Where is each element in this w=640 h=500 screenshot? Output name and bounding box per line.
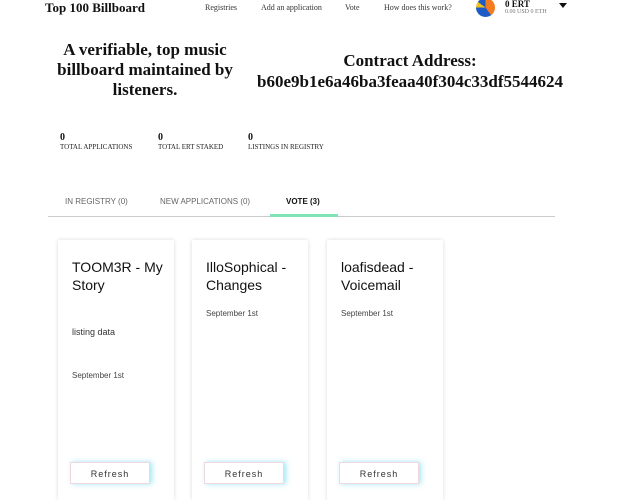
stat-value: 0 [158,132,163,143]
refresh-button[interactable]: Refresh [70,462,150,484]
card-date: September 1st [206,309,259,318]
card-date: September 1st [72,371,125,380]
brand-title[interactable]: Top 100 Billboard [45,0,145,16]
card-title: IlloSophical - Changes [206,259,287,293]
stat-value: 0 [248,132,253,143]
stat-label: LISTINGS IN REGISTRY [248,143,324,151]
card-date: September 1st [341,309,394,318]
tagline: A verifiable, top music billboard mainta… [57,40,233,99]
listing-card: TOOM3R - My Story listing data September… [58,240,174,500]
contract-address: b60e9b1e6a46ba3feaa40f304c33df5544624 [257,72,563,91]
stat-value: 0 [60,132,65,143]
card-listing-data: listing data [72,327,116,337]
refresh-button[interactable]: Refresh [204,462,284,484]
card-title: loafisdead - Voicemail [341,259,414,293]
stat-listings-in-registry: 0 LISTINGS IN REGISTRY [248,132,324,151]
nav-vote[interactable]: Vote [345,3,360,12]
contract-label: Contract Address: [343,51,477,70]
tab-vote[interactable]: VOTE (3) [286,197,320,206]
account-avatar-icon[interactable] [476,0,495,17]
tab-in-registry[interactable]: IN REGISTRY (0) [65,197,128,206]
stat-label: TOTAL APPLICATIONS [60,143,133,151]
tab-new-applications[interactable]: NEW APPLICATIONS (0) [160,197,250,206]
nav-add-application[interactable]: Add an application [261,3,322,12]
card-title: TOOM3R - My Story [72,259,163,293]
refresh-button[interactable]: Refresh [339,462,419,484]
stat-total-ert-staked: 0 TOTAL ERT STAKED [158,132,223,151]
nav-how-it-works[interactable]: How does this work? [384,3,452,12]
tab-bar: IN REGISTRY (0) NEW APPLICATIONS (0) VOT… [48,190,555,217]
stat-label: TOTAL ERT STAKED [158,143,224,151]
contract-address-block: Contract Address: b60e9b1e6a46ba3feaa40f… [250,50,570,92]
stat-total-applications: 0 TOTAL APPLICATIONS [60,132,132,151]
nav-registries[interactable]: Registries [205,3,237,12]
balance-subtext: 0.00 USD 0 ETH [505,9,547,15]
active-tab-indicator [270,214,338,217]
listing-card: IlloSophical - Changes September 1st Ref… [192,240,308,500]
listing-card: loafisdead - Voicemail September 1st Ref… [327,240,443,500]
account-dropdown-caret-icon[interactable] [559,3,567,8]
ert-balance: 0 ERT [505,0,530,9]
